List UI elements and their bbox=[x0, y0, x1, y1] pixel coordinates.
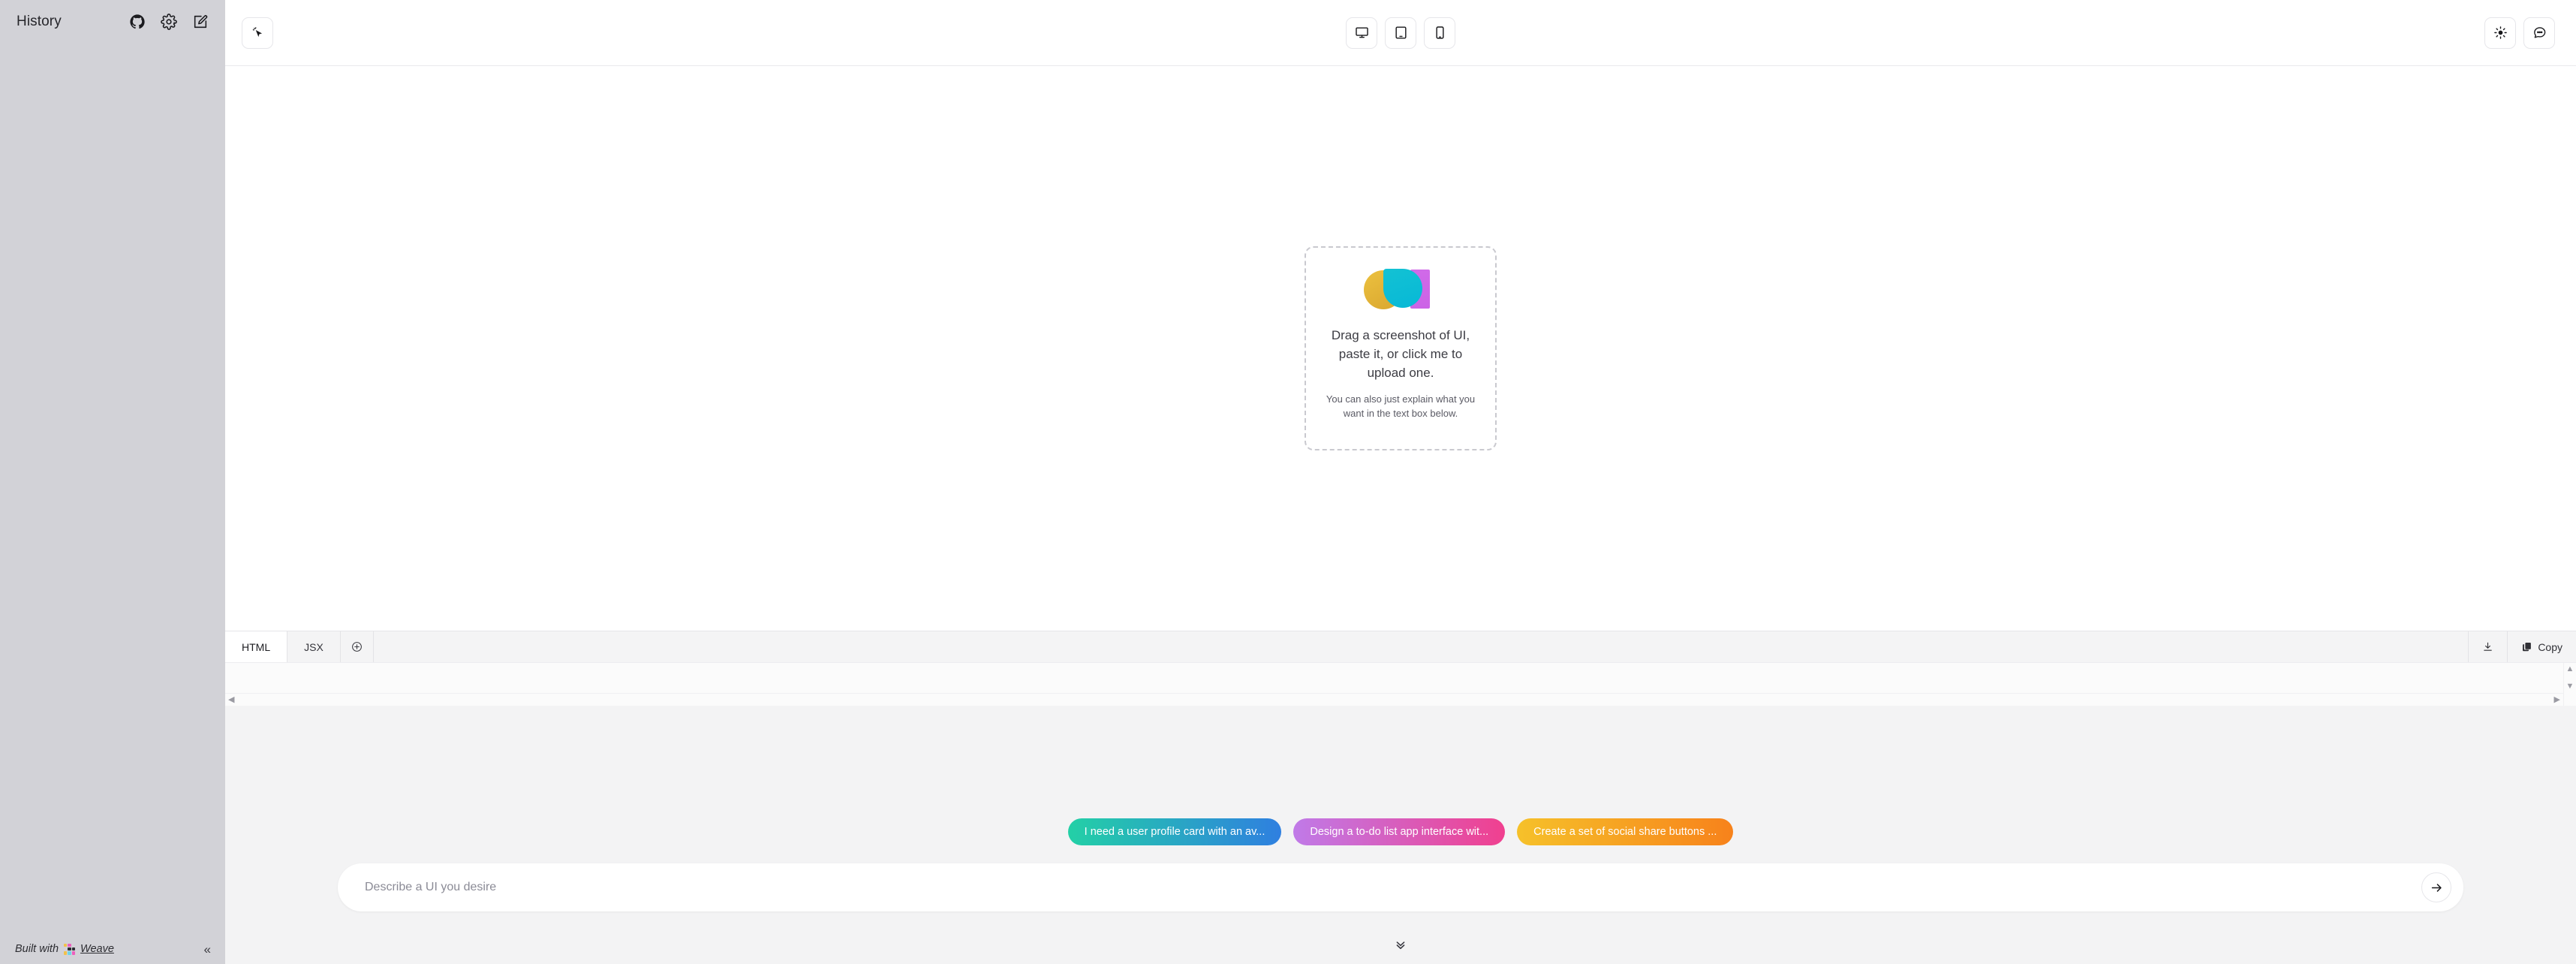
theme-toggle[interactable] bbox=[2484, 17, 2516, 49]
history-list[interactable] bbox=[0, 35, 225, 934]
toolbar-right-actions bbox=[2484, 17, 2555, 49]
add-tab-button[interactable] bbox=[341, 631, 374, 662]
send-prompt-button[interactable] bbox=[2421, 872, 2451, 902]
vscroll-up-arrow[interactable]: ▲ bbox=[2566, 665, 2574, 673]
dropzone-subtitle: You can also just explain what you want … bbox=[1326, 393, 1476, 420]
suggestion-chip-profile-card[interactable]: I need a user profile card with an av... bbox=[1067, 818, 1282, 845]
preview-toolbar bbox=[225, 0, 2576, 66]
prompt-area: I need a user profile card with an av...… bbox=[225, 706, 2576, 964]
vscroll-down-arrow[interactable]: ▼ bbox=[2566, 682, 2574, 691]
sidebar-header: History bbox=[0, 0, 225, 35]
code-editor[interactable]: ◀ ▶ ▲ ▼ bbox=[225, 662, 2576, 706]
tab-jsx[interactable]: JSX bbox=[287, 631, 341, 662]
logo-drop-shape bbox=[1383, 269, 1422, 308]
tab-html[interactable]: HTML bbox=[225, 631, 288, 662]
suggestion-chip-label: Create a set of social share buttons ... bbox=[1533, 826, 1717, 838]
prompt-input-bar bbox=[338, 863, 2463, 911]
weave-logo-icon bbox=[64, 943, 76, 955]
preview-canvas: Drag a screenshot of UI, paste it, or cl… bbox=[225, 66, 2576, 631]
weave-link[interactable]: Weave bbox=[80, 943, 114, 955]
built-with-label: Built with bbox=[15, 943, 59, 955]
weave-brand-icon bbox=[1364, 267, 1437, 309]
upload-dropzone[interactable]: Drag a screenshot of UI, paste it, or cl… bbox=[1305, 246, 1497, 450]
code-editor-body[interactable]: ◀ ▶ bbox=[225, 663, 2563, 706]
cursor-select-icon[interactable] bbox=[242, 17, 273, 49]
dropzone-title: Drag a screenshot of UI, paste it, or cl… bbox=[1331, 328, 1470, 381]
hscroll-right-arrow[interactable]: ▶ bbox=[2554, 695, 2560, 704]
settings-gear-icon[interactable] bbox=[161, 14, 177, 30]
prompt-input[interactable] bbox=[365, 863, 2421, 911]
suggestion-chip-todo-list[interactable]: Design a to-do list app interface wit... bbox=[1293, 818, 1506, 845]
suggestion-chip-label: Design a to-do list app interface wit... bbox=[1310, 826, 1489, 838]
desktop-view[interactable] bbox=[1346, 17, 1377, 49]
tablet-view[interactable] bbox=[1385, 17, 1416, 49]
new-note-icon[interactable] bbox=[192, 14, 209, 30]
suggestion-chip-label: I need a user profile card with an av... bbox=[1084, 826, 1265, 838]
collapse-sidebar-button[interactable]: « bbox=[200, 940, 215, 959]
copy-button[interactable]: Copy bbox=[2507, 631, 2576, 662]
code-vscrollbar[interactable]: ▲ ▼ bbox=[2563, 663, 2576, 706]
mobile-view[interactable] bbox=[1424, 17, 1455, 49]
download-button[interactable] bbox=[2468, 631, 2507, 662]
github-icon[interactable] bbox=[129, 14, 146, 30]
sidebar-title: History bbox=[17, 14, 62, 29]
code-tabbar: HTML JSX Copy bbox=[225, 631, 2576, 662]
sidebar-footer: Built with Weave « bbox=[0, 934, 225, 964]
history-sidebar: History Built with Weave « bbox=[0, 0, 225, 964]
app-root: History Built with Weave « Drag a screen… bbox=[0, 0, 2576, 964]
suggestion-chip-social-buttons[interactable]: Create a set of social share buttons ... bbox=[1517, 818, 1734, 845]
scroll-down-button[interactable] bbox=[1393, 937, 1408, 952]
sidebar-header-actions bbox=[129, 14, 212, 30]
viewport-switcher bbox=[1346, 17, 1455, 49]
chat-toggle[interactable] bbox=[2523, 17, 2555, 49]
main-panel: Drag a screenshot of UI, paste it, or cl… bbox=[225, 0, 2576, 964]
copy-button-label: Copy bbox=[2538, 640, 2562, 653]
code-hscrollbar[interactable]: ◀ ▶ bbox=[225, 693, 2563, 706]
suggestion-chips: I need a user profile card with an av...… bbox=[1067, 818, 1734, 845]
built-with-credit: Built with Weave bbox=[15, 943, 114, 955]
hscroll-left-arrow[interactable]: ◀ bbox=[228, 695, 234, 704]
code-actions: Copy bbox=[2468, 631, 2576, 662]
